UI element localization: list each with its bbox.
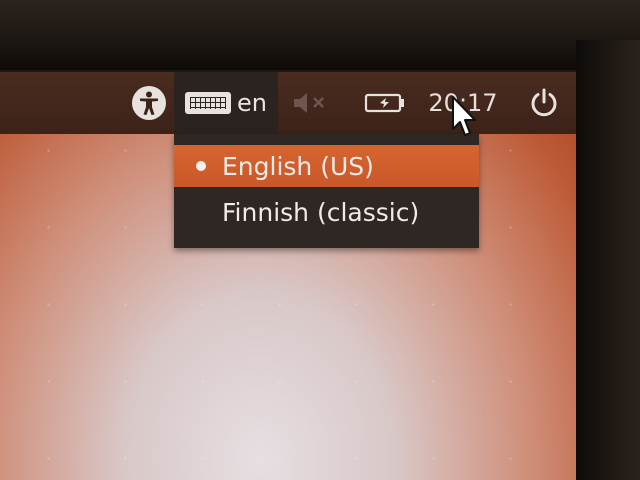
radio-selected-icon: [196, 161, 206, 171]
keyboard-indicator[interactable]: en: [174, 72, 278, 134]
battery-charging-icon[interactable]: [362, 89, 408, 117]
top-panel: en 20:17: [0, 72, 576, 134]
desktop-screen: en 20:17 English (US) Finnish (classic): [0, 72, 576, 480]
accessibility-icon[interactable]: [132, 86, 166, 120]
mouse-pointer-icon: [451, 95, 479, 139]
menu-item-label: English (US): [222, 151, 374, 181]
menu-item-label: Finnish (classic): [222, 197, 420, 227]
keyboard-layout-menu: English (US) Finnish (classic): [174, 134, 479, 248]
sound-muted-icon[interactable]: [290, 89, 332, 117]
keyboard-icon: [185, 92, 231, 114]
monitor-bezel-top: [0, 0, 640, 70]
menu-item-finnish-classic[interactable]: Finnish (classic): [174, 192, 479, 232]
power-icon[interactable]: [528, 87, 560, 119]
keyboard-layout-label: en: [237, 89, 267, 117]
monitor-bezel-right: [576, 40, 640, 480]
menu-item-english-us[interactable]: English (US): [174, 145, 479, 187]
